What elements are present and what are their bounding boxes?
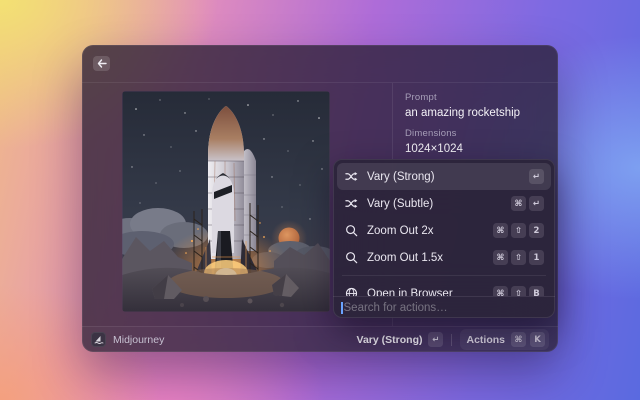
- action-item-zoom-out-1-5x[interactable]: Zoom Out 1.5x ⌘ ⇧ 1: [337, 244, 551, 271]
- key-badge: 2: [529, 223, 544, 238]
- k-key-badge: K: [530, 332, 545, 347]
- app-chip: Midjourney: [91, 332, 164, 347]
- shuffle-icon: [344, 197, 358, 211]
- key-badge: ⇧: [511, 223, 526, 238]
- action-shortcut: ↵: [529, 169, 544, 184]
- shuffle-icon: [344, 170, 358, 184]
- key-badge: ⌘: [493, 223, 508, 238]
- key-badge: ⌘: [493, 286, 508, 296]
- app-name: Midjourney: [113, 334, 164, 346]
- action-label: Vary (Strong): [367, 171, 520, 183]
- action-item-open-in-browser[interactable]: Open in Browser ⌘ ⇧ B: [337, 280, 551, 296]
- generated-image: [122, 91, 330, 312]
- actions-popup: Vary (Strong) ↵ Vary (Subtle) ⌘ ↵: [333, 159, 555, 318]
- back-arrow-icon: [97, 59, 107, 68]
- action-label: Open in Browser: [367, 288, 484, 297]
- prompt-value: an amazing rocketship: [405, 107, 546, 119]
- midjourney-logo-icon: [91, 332, 106, 347]
- actions-search-bar: [333, 296, 555, 318]
- key-badge: 1: [529, 250, 544, 265]
- magnifier-icon: [344, 224, 358, 238]
- magnifier-icon: [344, 251, 358, 265]
- actions-button-label: Actions: [466, 334, 505, 346]
- desktop-background: Prompt an amazing rocketship Dimensions …: [0, 0, 640, 400]
- primary-action-label: Vary (Strong): [357, 334, 423, 346]
- key-badge: ⇧: [511, 286, 526, 296]
- key-badge: B: [529, 286, 544, 296]
- key-badge: ↵: [529, 196, 544, 211]
- key-badge: ↵: [529, 169, 544, 184]
- actions-search-input[interactable]: [344, 302, 548, 314]
- action-shortcut: ⌘ ⇧ 2: [493, 223, 544, 238]
- text-cursor: [341, 302, 343, 314]
- dimensions-value: 1024×1024: [405, 143, 546, 155]
- action-label: Vary (Subtle): [367, 198, 502, 210]
- actions-menu-button[interactable]: Actions ⌘ K: [460, 329, 549, 350]
- action-shortcut: ⌘ ⇧ 1: [493, 250, 544, 265]
- key-badge: ⌘: [511, 196, 526, 211]
- return-key-badge: ↵: [428, 332, 443, 347]
- action-item-vary-strong[interactable]: Vary (Strong) ↵: [337, 163, 551, 190]
- action-item-vary-subtle[interactable]: Vary (Subtle) ⌘ ↵: [337, 190, 551, 217]
- primary-action-button[interactable]: Vary (Strong) ↵: [357, 332, 444, 347]
- command-key-badge: ⌘: [511, 332, 526, 347]
- action-shortcut: ⌘ ⇧ B: [493, 286, 544, 296]
- prompt-label: Prompt: [405, 92, 546, 103]
- actions-section-divider: [342, 275, 546, 276]
- back-button[interactable]: [93, 56, 110, 71]
- action-item-zoom-out-2x[interactable]: Zoom Out 2x ⌘ ⇧ 2: [337, 217, 551, 244]
- globe-icon: [344, 287, 358, 297]
- action-label: Zoom Out 2x: [367, 225, 484, 237]
- action-label: Zoom Out 1.5x: [367, 252, 484, 264]
- statusbar-separator: [451, 334, 452, 346]
- dimensions-label: Dimensions: [405, 128, 546, 139]
- actions-list: Vary (Strong) ↵ Vary (Subtle) ⌘ ↵: [333, 159, 555, 296]
- action-shortcut: ⌘ ↵: [511, 196, 544, 211]
- key-badge: ⌘: [493, 250, 508, 265]
- key-badge: ⇧: [511, 250, 526, 265]
- status-bar: Midjourney Vary (Strong) ↵ Actions ⌘ K: [82, 326, 558, 352]
- window-header: [82, 45, 558, 83]
